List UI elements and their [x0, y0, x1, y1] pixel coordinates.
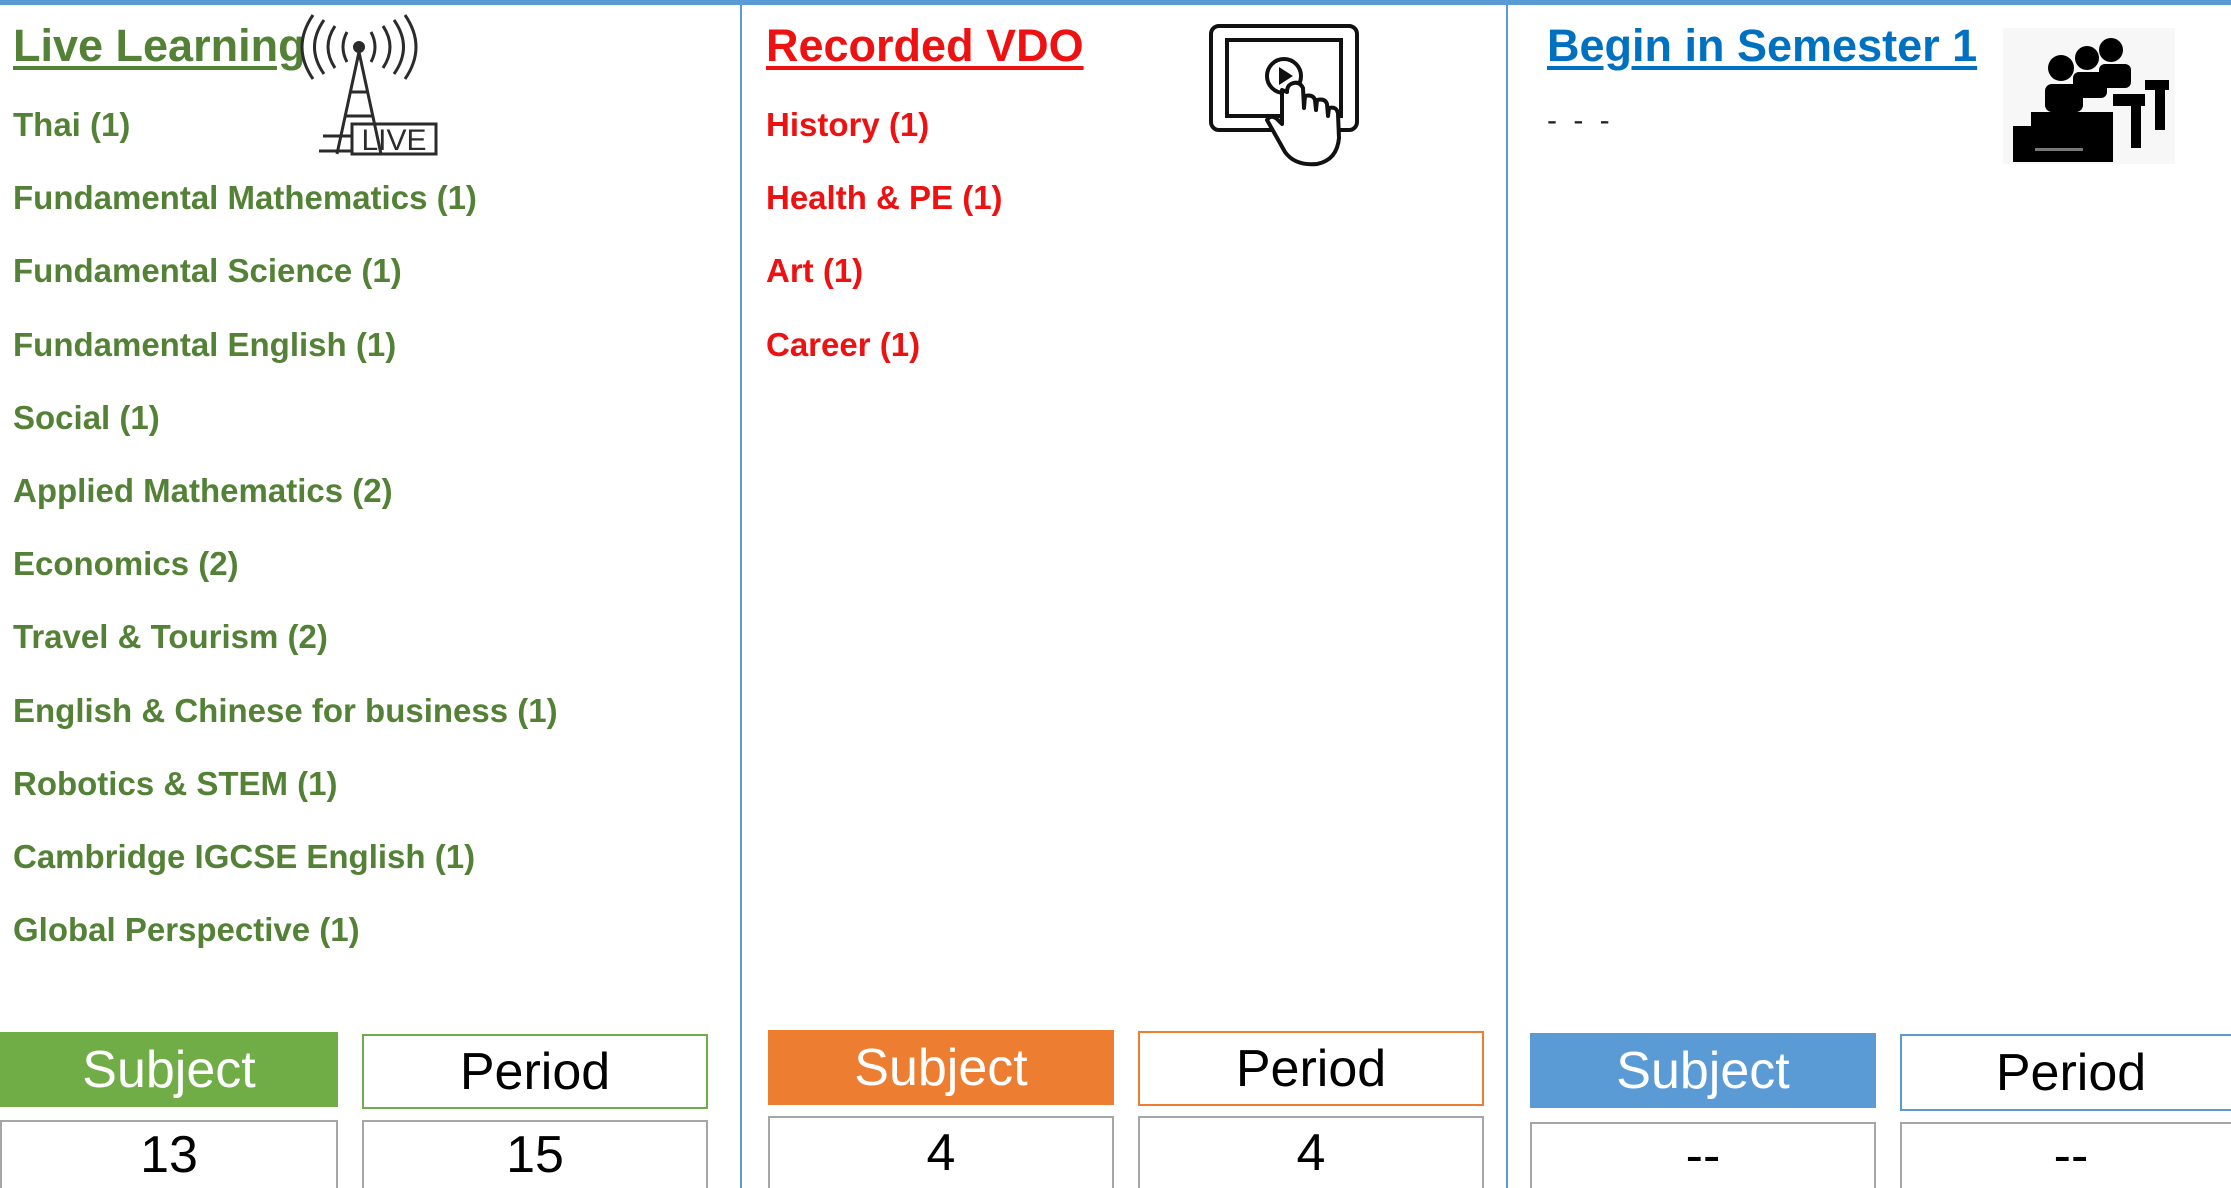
semester-period-count: --	[1900, 1122, 2231, 1188]
live-subject-list: Thai (1) Fundamental Mathematics (1) Fun…	[13, 103, 558, 981]
list-item: Applied Mathematics (2)	[13, 471, 393, 509]
list-item: Art (1)	[766, 252, 864, 290]
list-item: Travel & Tourism (2)	[13, 618, 328, 656]
list-item: Global Perspective (1)	[13, 911, 360, 949]
column-divider-1	[740, 5, 742, 1188]
recorded-subject-list: History (1) Health & PE (1) Art (1) Care…	[766, 103, 1003, 396]
list-item: Career (1)	[766, 325, 921, 363]
top-border	[0, 0, 2231, 5]
recorded-period-count: 4	[1138, 1116, 1484, 1188]
list-item: Social (1)	[13, 398, 160, 436]
live-subject-count: 13	[0, 1120, 338, 1188]
semester-subject-header: Subject	[1530, 1033, 1876, 1108]
list-item: Thai (1)	[13, 106, 131, 143]
recorded-period-header: Period	[1138, 1031, 1484, 1106]
recorded-vdo-title: Recorded VDO	[766, 20, 1084, 71]
live-learning-title: Live Learning	[13, 20, 306, 71]
column-divider-2	[1506, 5, 1508, 1188]
list-item: Fundamental English (1)	[13, 325, 397, 363]
list-item: History (1)	[766, 106, 930, 143]
list-item: English & Chinese for business (1)	[13, 691, 558, 729]
list-item: Economics (2)	[13, 545, 239, 583]
live-period-count: 15	[362, 1120, 708, 1188]
tablet-play-touch-icon	[1207, 22, 1362, 168]
semester-title: Begin in Semester 1	[1547, 20, 1978, 71]
list-item: Fundamental Mathematics (1)	[13, 179, 477, 217]
live-period-header: Period	[362, 1034, 708, 1109]
list-item: Health & PE (1)	[766, 179, 1003, 217]
classroom-students-icon	[2003, 28, 2175, 164]
recorded-subject-header: Subject	[768, 1030, 1114, 1105]
semester-subject-count: --	[1530, 1122, 1876, 1188]
semester-period-header: Period	[1900, 1034, 2231, 1111]
recorded-subject-count: 4	[768, 1116, 1114, 1188]
list-item: Robotics & STEM (1)	[13, 764, 338, 802]
live-subject-header: Subject	[0, 1032, 338, 1107]
semester-placeholder: - - -	[1547, 104, 1614, 137]
list-item: Cambridge IGCSE English (1)	[13, 837, 476, 875]
list-item: Fundamental Science (1)	[13, 252, 402, 290]
